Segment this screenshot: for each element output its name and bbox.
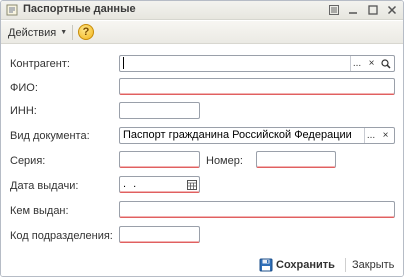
minimize-button[interactable]	[345, 2, 361, 18]
search-icon	[380, 58, 391, 69]
doc-type-clear-button[interactable]: ×	[379, 128, 392, 143]
inn-field[interactable]	[119, 102, 200, 119]
series-label: Серия:	[10, 155, 46, 167]
dropdown-arrow-icon: ▼	[60, 29, 68, 36]
menu-icon	[329, 5, 339, 15]
window-title: Паспортные данные	[23, 3, 136, 15]
full-name-field[interactable]	[119, 78, 395, 95]
doc-type-select-button[interactable]: ...	[364, 128, 377, 143]
clear-icon: ×	[382, 130, 389, 141]
close-button[interactable]: Закрыть	[352, 259, 394, 271]
counterparty-field[interactable]: ... ×	[119, 55, 395, 72]
help-icon: ?	[82, 26, 90, 38]
doc-type-label: Вид документа:	[10, 130, 90, 142]
help-button[interactable]: ?	[78, 24, 94, 40]
toolbar-divider	[72, 25, 73, 40]
actions-menu-button[interactable]: Действия ▼	[5, 25, 70, 40]
save-label: Сохранить	[276, 259, 335, 271]
maximize-icon	[368, 5, 378, 15]
issue-date-value: . .	[123, 178, 139, 190]
command-bar: Действия ▼ ?	[1, 21, 403, 44]
calendar-icon	[186, 179, 197, 190]
ellipsis-icon: ...	[366, 130, 376, 141]
number-field[interactable]	[256, 151, 336, 168]
doc-type-value: Паспорт гражданина Российской Федерации	[123, 129, 352, 141]
issue-date-field[interactable]: . .	[119, 176, 200, 193]
full-name-label: ФИО:	[10, 82, 38, 94]
inn-label: ИНН:	[10, 105, 37, 117]
clear-icon: ×	[368, 58, 375, 69]
minimize-icon	[349, 12, 357, 14]
issued-by-field[interactable]	[119, 201, 395, 218]
dept-code-label: Код подразделения:	[10, 230, 113, 242]
footer-divider	[345, 258, 346, 272]
dept-code-field[interactable]	[119, 226, 200, 243]
bottom-bar: Сохранить Закрыть	[1, 254, 403, 276]
open-button[interactable]	[379, 56, 392, 71]
form-icon	[6, 4, 18, 16]
clear-button[interactable]: ×	[365, 56, 378, 71]
issue-date-label: Дата выдачи:	[10, 180, 79, 192]
passport-data-window: Паспортные данные Действия ▼ ? Контраген…	[0, 0, 404, 277]
window-menu-button[interactable]	[326, 2, 342, 18]
calendar-button[interactable]	[185, 177, 198, 192]
close-window-button[interactable]	[384, 2, 400, 18]
select-button[interactable]: ...	[350, 56, 363, 71]
actions-label: Действия	[8, 26, 57, 39]
issued-by-label: Кем выдан:	[10, 205, 69, 217]
counterparty-label: Контрагент:	[10, 58, 70, 70]
title-bar: Паспортные данные	[1, 1, 403, 20]
text-cursor	[123, 57, 124, 70]
maximize-button[interactable]	[365, 2, 381, 18]
series-field[interactable]	[119, 151, 200, 168]
number-label: Номер:	[206, 155, 243, 167]
ellipsis-icon: ...	[352, 58, 362, 69]
save-button[interactable]: Сохранить	[259, 257, 335, 273]
close-icon	[387, 5, 397, 15]
floppy-disk-icon	[259, 258, 273, 272]
doc-type-field[interactable]: Паспорт гражданина Российской Федерации …	[119, 127, 395, 144]
